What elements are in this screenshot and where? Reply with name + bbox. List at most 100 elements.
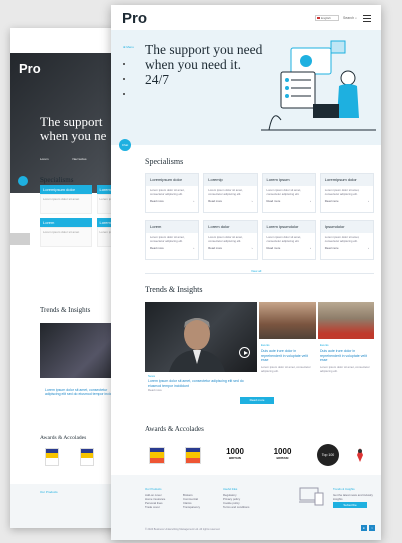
footer-link[interactable]: Transparency xyxy=(183,505,200,509)
read-more-link[interactable]: Read more › xyxy=(321,197,373,205)
read-more-link[interactable]: Read more › xyxy=(321,244,373,252)
read-more-label: Read more xyxy=(208,199,223,203)
footer-column: Useful links Regulatory Privacy policy C… xyxy=(223,487,249,509)
specialism-card-title: Loremipsum dolor xyxy=(320,174,373,186)
award-circle-badge: Top 100 xyxy=(315,442,341,468)
read-more-link[interactable]: Read more › xyxy=(263,244,315,252)
hero-banner: ⊕ Menu The support you need when you nee… xyxy=(111,30,381,145)
hamburger-menu-icon[interactable] xyxy=(363,15,371,24)
arrow-right-icon: › xyxy=(251,246,253,250)
footer-link[interactable]: Terms and conditions xyxy=(223,505,249,509)
dot[interactable] xyxy=(123,93,125,95)
chat-fab-button[interactable]: Chat xyxy=(119,139,131,151)
trend-card-image[interactable] xyxy=(259,302,316,339)
arrow-right-icon: › xyxy=(251,199,253,203)
read-more-label: Read more xyxy=(266,199,281,203)
award-subtitle: BRITAIN xyxy=(229,456,241,460)
read-more-link[interactable]: Read more › xyxy=(146,197,198,205)
arrow-right-icon: › xyxy=(193,199,195,203)
play-icon[interactable] xyxy=(239,347,250,358)
featured-video-thumbnail[interactable] xyxy=(145,302,257,372)
trend-caption[interactable]: Duis aute irure dolor in reprehenderit i… xyxy=(320,349,374,363)
devices-icon xyxy=(299,487,324,506)
arrow-right-icon: › xyxy=(368,246,369,250)
trend-caption[interactable]: Duis aute irure dolor in reprehenderit i… xyxy=(261,349,315,363)
trend-caption[interactable]: Lorem ipsum dolor sit amet, consectetur … xyxy=(148,379,248,388)
section-divider xyxy=(145,273,374,274)
trend-sub[interactable]: Read more xyxy=(148,388,162,393)
footer-column: Brokers Commercial Claims Transparency xyxy=(183,493,200,509)
read-more-link[interactable]: Read more › xyxy=(204,244,256,252)
read-more-label: Read more xyxy=(150,199,164,203)
back-headline: The support when you ne xyxy=(40,115,106,143)
award-circle-label: Top 100 xyxy=(317,444,339,466)
site-logo[interactable]: Pro xyxy=(122,10,147,27)
trend-card-image[interactable] xyxy=(318,302,374,339)
trend-tag: Events xyxy=(320,343,329,347)
back-card-title: Loremipsum dolor xyxy=(40,185,92,194)
footer-column-title: Useful links xyxy=(223,487,238,491)
dot[interactable] xyxy=(123,63,125,65)
divider-band xyxy=(10,233,30,245)
arrow-right-icon: › xyxy=(309,199,311,203)
hero-headline: The support you need when you need it. 2… xyxy=(145,42,263,87)
arrow-right-icon: › xyxy=(368,199,369,203)
main-page-preview: Pro English Search ⌕ ⊕ Menu The support … xyxy=(111,5,381,540)
footer-link[interactable]: Trade cover xyxy=(145,505,165,509)
search-label: Search xyxy=(343,16,355,20)
specialism-card-body: Lorem ipsum dolor sit amet, consectetur … xyxy=(150,235,185,243)
search-button[interactable]: Search ⌕ xyxy=(343,16,357,20)
newsletter-block: Trends & Insights Get the latest news an… xyxy=(333,487,375,501)
read-more-label: Read more xyxy=(208,246,223,250)
back-card[interactable]: Loremipsum dolor Lorem ipsum dolor sit am… xyxy=(40,185,92,214)
award-logo xyxy=(350,442,370,468)
language-selector[interactable]: English xyxy=(315,15,339,21)
back-footer-title: Our Products xyxy=(40,490,58,494)
support-illustration xyxy=(261,40,376,131)
specialism-card-body: Lorem ipsum dolor sit amet, consectetur … xyxy=(324,188,360,196)
read-more-link[interactable]: Read more › xyxy=(146,244,198,252)
newsletter-text: Get the latest news and industry insight… xyxy=(333,493,373,501)
specialism-card-body: Lorem ipsum dolor sit amet, consectetur … xyxy=(208,188,243,196)
award-badge-art xyxy=(149,446,165,464)
specialism-card[interactable]: Ipsumdolor Lorem ipsum dolor sit amet, co… xyxy=(319,220,374,260)
back-chat-fab[interactable] xyxy=(18,176,28,186)
specialism-card-title: Ipsumdolor xyxy=(320,221,373,233)
award-1000-britain: 1000 BRITAIN xyxy=(220,442,250,468)
subscribe-button[interactable]: Subscribe xyxy=(333,502,367,508)
back-trend-caption[interactable]: Lorem ipsum dolor sit amet, consectetur … xyxy=(45,388,120,396)
specialism-card[interactable]: Lorem ipsumdolor Lorem ipsum dolor sit am… xyxy=(261,220,316,260)
back-headline-line2: when you ne xyxy=(40,128,107,143)
site-footer: Our Products Add-on cover Home insurance… xyxy=(111,475,381,540)
back-card[interactable]: LoremLorem ipsum dolor sit amet xyxy=(40,218,92,247)
back-card-body: Lorem ipsum dolor sit amet xyxy=(40,227,92,247)
specialism-card[interactable]: Lorem Lorem ipsum dolor sit amet, consect… xyxy=(145,220,200,260)
trend-sub: Lorem ipsum dolor sit amet, consectetur … xyxy=(320,365,370,373)
specialism-card-body: Lorem ipsum dolor sit amet, consectetur … xyxy=(208,235,243,243)
trend-tag: News xyxy=(148,374,155,378)
dot[interactable] xyxy=(123,78,125,80)
back-stats: Lorem Nec lectus xyxy=(40,157,87,161)
read-more-button[interactable]: Read more xyxy=(240,397,274,404)
twitter-icon[interactable]: t xyxy=(369,525,375,531)
read-more-link[interactable]: Read more › xyxy=(204,197,256,205)
specialism-card[interactable]: Loremip Lorem ipsum dolor sit amet, conse… xyxy=(203,173,258,213)
trends-title: Trends & Insights xyxy=(145,285,203,294)
specialism-card-title: Lorem ipsum xyxy=(262,174,315,186)
specialism-card[interactable]: Loremipsum dolor Lorem ipsum dolor sit am… xyxy=(145,173,200,213)
side-menu-toggle[interactable]: ⊕ Menu xyxy=(123,45,134,49)
arrow-right-icon: › xyxy=(193,246,195,250)
top-navigation: Pro English Search ⌕ xyxy=(111,5,381,30)
award-figure-icon xyxy=(357,448,363,462)
specialism-card[interactable]: Loremipsum dolor Lorem ipsum dolor sit am… xyxy=(319,173,374,213)
award-badge xyxy=(80,448,94,466)
linkedin-icon[interactable]: in xyxy=(361,525,367,531)
read-more-link[interactable]: Read more › xyxy=(263,197,315,205)
specialism-card[interactable]: Lorem dolor Lorem ipsum dolor sit amet, c… xyxy=(203,220,258,260)
copyright-text: © 2024 Business Underwriting Management … xyxy=(145,528,221,531)
specialism-card[interactable]: Lorem ipsum Lorem ipsum dolor sit amet, c… xyxy=(261,173,316,213)
footer-column: Our Products Add-on cover Home insurance… xyxy=(145,487,165,509)
menu-label: Menu xyxy=(126,45,134,49)
specialism-card-body: Lorem ipsum dolor sit amet, consectetur … xyxy=(266,235,302,243)
back-card-title: Lorem xyxy=(40,218,92,227)
